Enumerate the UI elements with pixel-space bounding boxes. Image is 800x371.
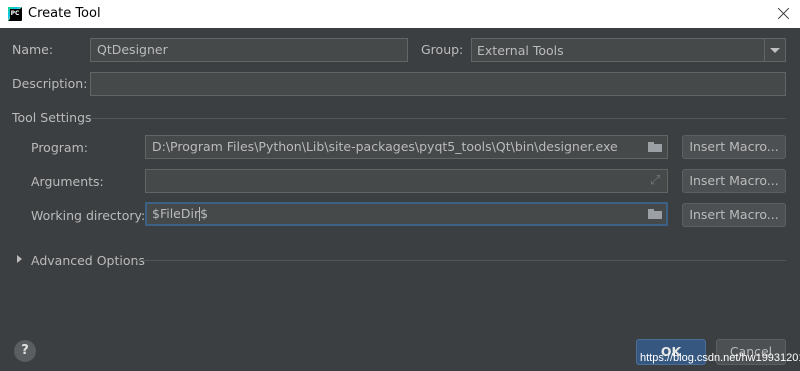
working-directory-input[interactable]: $FileDir$ [145, 202, 668, 226]
advanced-options-toggle[interactable]: Advanced Options [31, 253, 145, 268]
name-input[interactable]: QtDesigner [90, 38, 408, 62]
chevron-down-icon[interactable] [764, 39, 785, 61]
folder-browse-icon[interactable] [648, 142, 662, 152]
pycharm-app-icon: PC [8, 7, 22, 21]
name-label: Name: [12, 42, 54, 57]
watermark-text: https://blog.csdn.net/hw19931201 [640, 352, 800, 364]
description-input[interactable] [90, 72, 786, 96]
help-button[interactable]: ? [14, 340, 36, 362]
advanced-options-divider [136, 260, 786, 261]
group-select[interactable]: External Tools [471, 38, 786, 62]
group-select-value: External Tools [477, 43, 564, 58]
description-label: Description: [12, 76, 88, 91]
expand-triangle-icon[interactable] [17, 255, 22, 263]
arguments-label: Arguments: [31, 174, 104, 189]
expand-icon[interactable] [650, 173, 662, 188]
window-title: Create Tool [28, 6, 101, 21]
title-bar: PC Create Tool [0, 0, 800, 28]
program-label: Program: [31, 140, 88, 155]
folder-browse-icon[interactable] [648, 209, 662, 219]
arguments-insert-macro-button[interactable]: Insert Macro... [682, 169, 786, 193]
working-directory-insert-macro-button[interactable]: Insert Macro... [682, 203, 786, 227]
app-icon-text: PC [10, 9, 20, 19]
program-input[interactable]: D:\Program Files\Python\Lib\site-package… [145, 135, 668, 159]
working-directory-label: Working directory: [31, 208, 146, 223]
close-icon[interactable] [774, 4, 794, 24]
working-directory-value-end: $ [200, 206, 209, 221]
group-label: Group: [421, 42, 464, 57]
tool-settings-divider [90, 118, 786, 119]
arguments-input[interactable] [145, 169, 668, 193]
working-directory-value-start: $FileDir [152, 206, 200, 221]
program-insert-macro-button[interactable]: Insert Macro... [682, 135, 786, 159]
tool-settings-heading: Tool Settings [12, 110, 92, 125]
